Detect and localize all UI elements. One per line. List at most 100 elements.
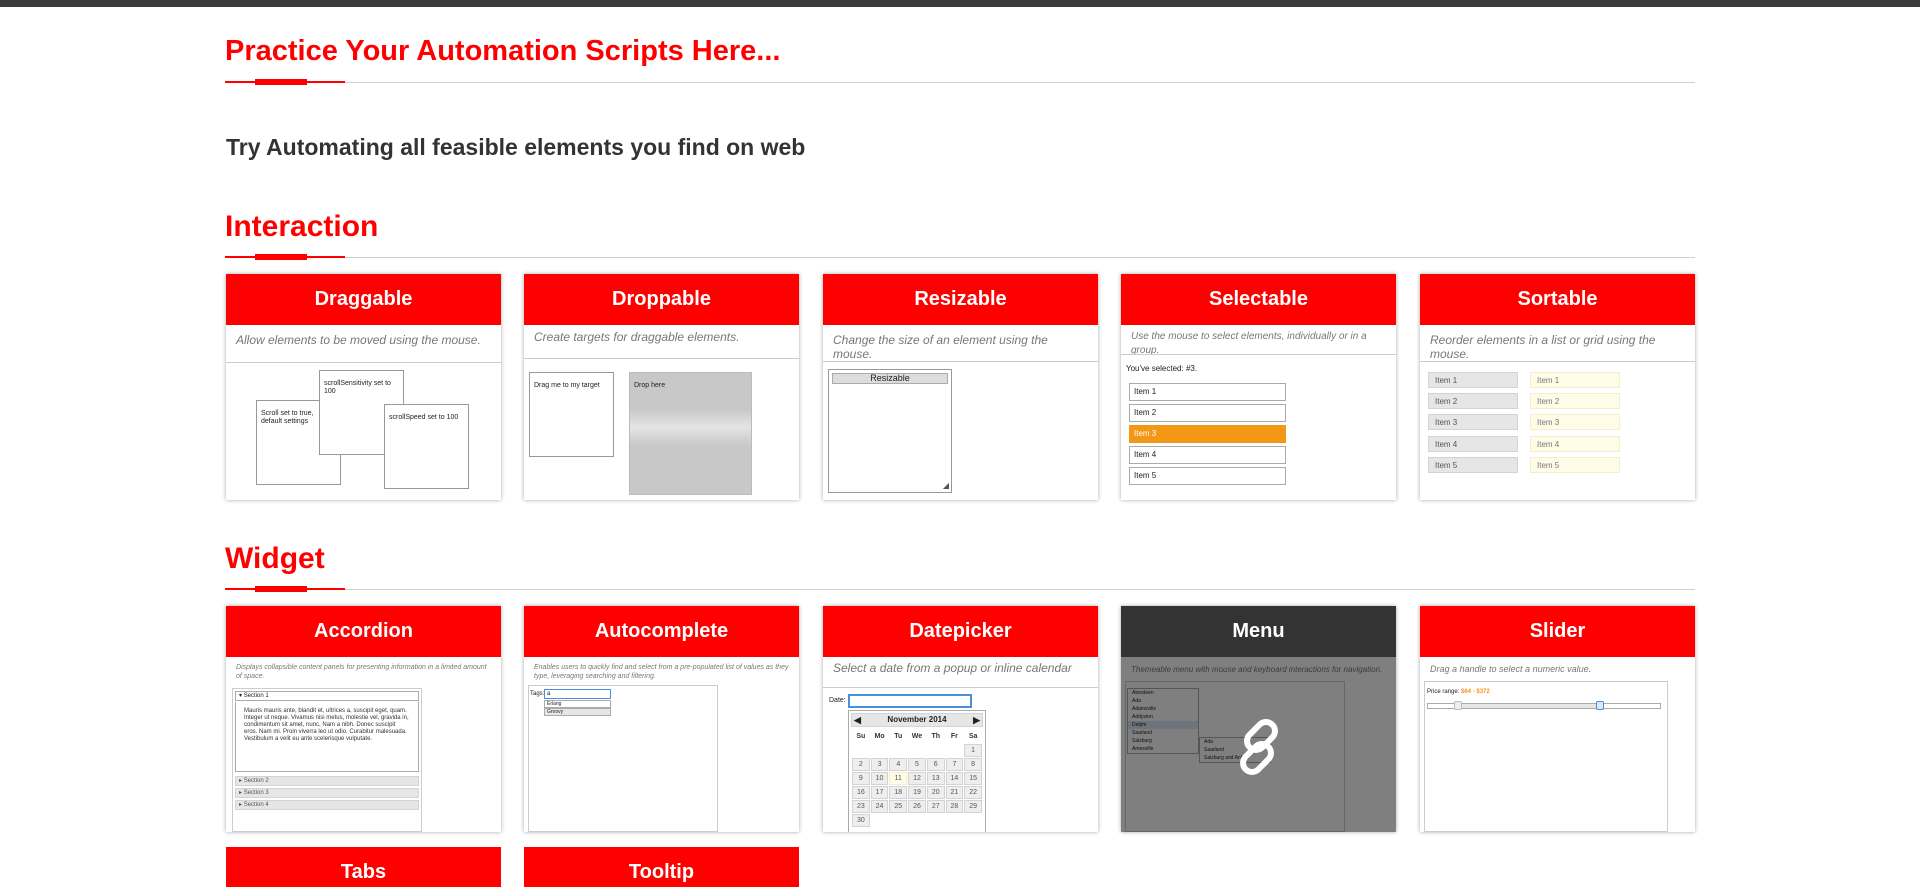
calendar-day[interactable]: 1 (964, 744, 982, 757)
page-title: Practice Your Automation Scripts Here... (225, 35, 781, 67)
droppable-card[interactable]: Droppable Create targets for draggable e… (524, 274, 799, 500)
calendar-day[interactable]: 27 (926, 800, 945, 813)
empty-day (927, 744, 945, 757)
selectable-item[interactable]: Item 4 (1129, 446, 1286, 464)
sortable-card[interactable]: Sortable Reorder elements in a list or g… (1420, 274, 1695, 500)
selected-status: You've selected: #3. (1126, 364, 1198, 373)
sortable-item[interactable]: Item 2 (1530, 393, 1620, 409)
resize-handle-icon[interactable]: ◢ (943, 481, 949, 490)
tooltip-card[interactable]: Tooltip (524, 847, 799, 887)
calendar-day[interactable]: 14 (945, 772, 964, 785)
selectable-card[interactable]: Selectable Use the mouse to select eleme… (1121, 274, 1396, 500)
calendar-day[interactable]: 25 (889, 800, 908, 813)
menu-card-title[interactable]: Menu (1121, 606, 1396, 657)
slider-demo: Price range: $64 - $372 (1420, 681, 1695, 832)
selectable-item[interactable]: Item 5 (1129, 467, 1286, 485)
sortable-item[interactable]: Item 5 (1428, 457, 1518, 473)
calendar-day[interactable]: 2 (852, 758, 870, 771)
calendar-day[interactable]: 10 (870, 772, 889, 785)
calendar-day[interactable]: 11 (889, 772, 908, 785)
calendar-day[interactable]: 6 (926, 758, 945, 771)
slider-card-title[interactable]: Slider (1420, 606, 1695, 657)
calendar-day[interactable]: 28 (945, 800, 964, 813)
calendar-day[interactable]: 8 (964, 758, 982, 771)
drag-box-3[interactable]: scrollSpeed set to 100 (384, 404, 469, 489)
sortable-item[interactable]: Item 1 (1428, 372, 1518, 388)
accordion-card[interactable]: Accordion Displays collapsible content p… (226, 606, 501, 832)
empty-day (908, 814, 926, 827)
price-slider-track[interactable] (1427, 701, 1661, 710)
accordion-section-1[interactable]: ▾ Section 1 (235, 691, 419, 701)
selectable-item[interactable]: Item 2 (1129, 404, 1286, 422)
selectable-item-selected[interactable]: Item 3 (1129, 425, 1286, 443)
autocomplete-card[interactable]: Autocomplete Enables users to quickly fi… (524, 606, 799, 832)
datepicker-card-title[interactable]: Datepicker (823, 606, 1098, 657)
calendar-day[interactable]: 7 (945, 758, 964, 771)
sortable-item[interactable]: Item 3 (1428, 414, 1518, 430)
sortable-card-title[interactable]: Sortable (1420, 274, 1695, 325)
menu-card[interactable]: Menu Themeable menu with mouse and keybo… (1121, 606, 1396, 832)
slider-handle-max[interactable] (1596, 701, 1604, 710)
resizable-header: Resizable (832, 373, 948, 384)
calendar-day[interactable]: 26 (908, 800, 926, 813)
drop-target[interactable]: Drop here (629, 372, 752, 495)
suggestion-item[interactable]: Erlang (544, 700, 611, 708)
calendar-day[interactable]: 3 (870, 758, 889, 771)
sortable-item[interactable]: Item 4 (1428, 436, 1518, 452)
selectable-card-title[interactable]: Selectable (1121, 274, 1396, 325)
calendar-day[interactable]: 17 (870, 786, 889, 799)
accordion-card-title[interactable]: Accordion (226, 606, 501, 657)
accordion-section-3[interactable]: ▸ Section 3 (235, 788, 419, 798)
calendar-day[interactable]: 21 (945, 786, 964, 799)
suggestion-item[interactable]: Groovy (544, 708, 611, 716)
calendar-day[interactable]: 29 (964, 800, 982, 813)
calendar-day[interactable]: 22 (964, 786, 982, 799)
date-input[interactable] (848, 694, 972, 708)
resizable-card[interactable]: Resizable Change the size of an element … (823, 274, 1098, 500)
slider-card[interactable]: Slider Drag a handle to select a numeric… (1420, 606, 1695, 832)
empty-day (852, 744, 870, 757)
calendar-day[interactable]: 20 (926, 786, 945, 799)
section-title-widget: Widget (225, 542, 325, 575)
calendar-day[interactable]: 9 (852, 772, 870, 785)
calendar-day[interactable]: 19 (908, 786, 926, 799)
prev-month-icon[interactable]: ◀ (854, 714, 861, 726)
drag-me-box[interactable]: Drag me to my target (529, 372, 614, 457)
calendar-day[interactable]: 15 (964, 772, 982, 785)
tabs-card[interactable]: Tabs (226, 847, 501, 887)
next-month-icon[interactable]: ▶ (973, 714, 980, 726)
accordion-section-4[interactable]: ▸ Section 4 (235, 800, 419, 810)
tags-input[interactable]: a (544, 689, 611, 699)
calendar-day[interactable]: 5 (908, 758, 926, 771)
tabs-card-title[interactable]: Tabs (226, 847, 501, 887)
datepicker-card[interactable]: Datepicker Select a date from a popup or… (823, 606, 1098, 832)
selectable-item[interactable]: Item 1 (1129, 383, 1286, 401)
calendar-day[interactable]: 23 (852, 800, 870, 813)
sortable-item[interactable]: Item 4 (1530, 436, 1620, 452)
calendar-day[interactable]: 16 (852, 786, 870, 799)
accordion-section-2[interactable]: ▸ Section 2 (235, 776, 419, 786)
link-icon[interactable] (1228, 716, 1290, 778)
calendar-month: November 2014 (887, 715, 947, 724)
calendar-day[interactable]: 12 (908, 772, 926, 785)
calendar-day[interactable]: 24 (870, 800, 889, 813)
weekday-header: Fr (950, 732, 958, 740)
calendar-day[interactable]: 4 (889, 758, 908, 771)
calendar-day[interactable]: 13 (926, 772, 945, 785)
draggable-card[interactable]: Draggable Allow elements to be moved usi… (226, 274, 501, 500)
resizable-box[interactable]: Resizable ◢ (828, 369, 952, 493)
draggable-demo: Scroll set to true, default settings scr… (226, 363, 501, 500)
sortable-item[interactable]: Item 5 (1530, 457, 1620, 473)
sortable-item[interactable]: Item 2 (1428, 393, 1518, 409)
sortable-item[interactable]: Item 1 (1530, 372, 1620, 388)
resizable-card-title[interactable]: Resizable (823, 274, 1098, 325)
autocomplete-card-title[interactable]: Autocomplete (524, 606, 799, 657)
draggable-card-title[interactable]: Draggable (226, 274, 501, 325)
droppable-card-title[interactable]: Droppable (524, 274, 799, 325)
sortable-item[interactable]: Item 3 (1530, 414, 1620, 430)
slider-handle-min[interactable] (1454, 701, 1462, 710)
calendar-day[interactable]: 30 (852, 814, 870, 827)
empty-day (946, 744, 964, 757)
calendar-day[interactable]: 18 (889, 786, 908, 799)
tooltip-card-title[interactable]: Tooltip (524, 847, 799, 887)
